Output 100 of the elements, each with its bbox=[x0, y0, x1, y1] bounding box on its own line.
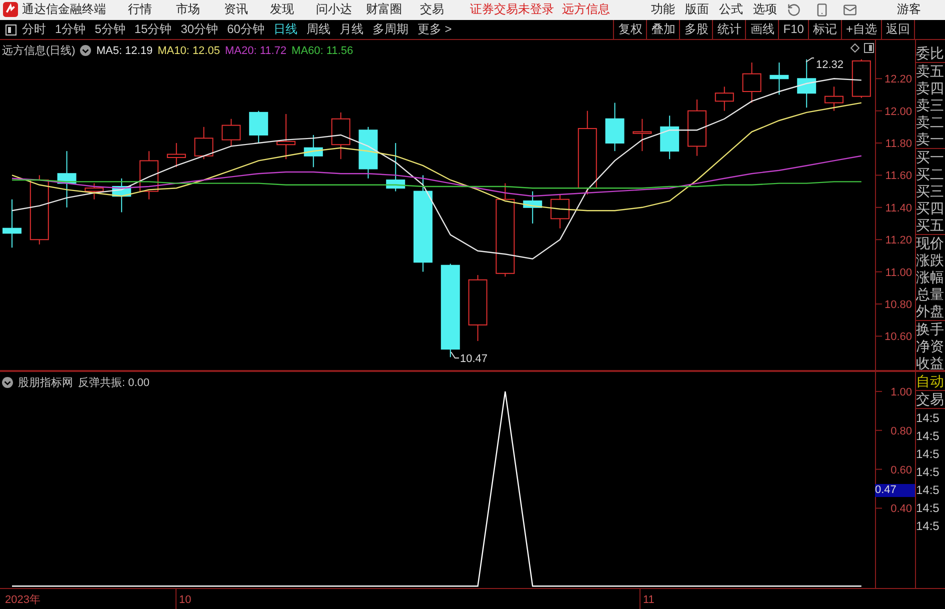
candlestick bbox=[331, 112, 350, 160]
period-tab[interactable]: 15分钟 bbox=[134, 21, 172, 38]
price-axis-label: 11.60 bbox=[885, 170, 912, 183]
candlestick bbox=[852, 59, 871, 99]
leader-line bbox=[450, 352, 460, 359]
candlestick bbox=[386, 142, 406, 192]
toolbar-button[interactable]: F10 bbox=[778, 20, 808, 39]
quote-field-label: 总量 bbox=[916, 286, 945, 304]
toolbar-button[interactable]: +自选 bbox=[840, 20, 881, 39]
quote-field-label: 净资 bbox=[916, 338, 945, 356]
candlestick bbox=[112, 178, 132, 214]
candlestick bbox=[714, 86, 734, 112]
date-axis-label: 10 bbox=[179, 594, 192, 606]
menu-item[interactable]: 问小达 bbox=[316, 1, 366, 18]
menu-item[interactable]: 选项 bbox=[753, 1, 787, 18]
menu-item[interactable]: 公式 bbox=[719, 1, 753, 18]
quote-field-label: 卖一 bbox=[916, 131, 945, 148]
notice-text: 远方信息 bbox=[562, 1, 610, 18]
indicator-axis-label: 0.40 bbox=[890, 504, 912, 516]
period-tab[interactable]: 周线 bbox=[306, 21, 330, 38]
candlestick bbox=[84, 183, 104, 200]
candlestick bbox=[550, 194, 570, 230]
toolbar-button[interactable]: 返回 bbox=[881, 20, 914, 39]
panel-toggle-icon[interactable] bbox=[864, 43, 874, 54]
trade-time: 14:5 bbox=[916, 446, 940, 464]
candlestick bbox=[660, 116, 680, 160]
notice-text: 证券交易未登录 bbox=[470, 1, 554, 18]
menu-item[interactable]: 版面 bbox=[685, 1, 719, 18]
quote-field-label: 卖四 bbox=[916, 80, 945, 98]
date-axis-label: 11 bbox=[643, 594, 654, 606]
toolbar-button[interactable]: 多股 bbox=[679, 20, 712, 39]
period-tab[interactable]: 分时 bbox=[22, 21, 46, 38]
menu-item[interactable]: 行情 bbox=[128, 1, 176, 18]
low-price-label: 10.47 bbox=[460, 353, 488, 366]
period-tab[interactable]: 更多 > bbox=[417, 21, 452, 38]
indicator-source: 股朋指标网 bbox=[18, 376, 73, 390]
menu-item[interactable]: 资讯 bbox=[224, 1, 270, 18]
phone-icon[interactable] bbox=[815, 2, 829, 17]
period-tab[interactable]: 30分钟 bbox=[180, 21, 218, 38]
date-axis-label: 2023年 bbox=[5, 594, 40, 606]
candlestick bbox=[276, 114, 296, 160]
trade-header: 交易 bbox=[916, 391, 945, 410]
period-tab[interactable]: 60分钟 bbox=[227, 21, 264, 38]
toolbar-button[interactable]: 复权 bbox=[613, 20, 646, 39]
quote-field-label: 换手 bbox=[916, 321, 945, 338]
toolbar-button[interactable]: 叠加 bbox=[646, 20, 680, 39]
moving-average-value: MA5: 12.19 bbox=[96, 44, 153, 57]
candlestick bbox=[57, 150, 76, 208]
quote-field-label: 涨跌 bbox=[916, 252, 945, 270]
panel-toggle-icon[interactable] bbox=[5, 24, 17, 36]
candlestick bbox=[468, 274, 488, 342]
trade-time: 14:5 bbox=[916, 464, 940, 482]
mail-icon[interactable] bbox=[843, 2, 857, 17]
candlestick bbox=[824, 86, 844, 112]
quote-field-label: 买一 bbox=[916, 149, 945, 166]
menu-item[interactable]: 发现 bbox=[270, 1, 316, 18]
indicator-reading: 反弹共振: 0.00 bbox=[78, 376, 150, 390]
quote-field-label: 卖五 bbox=[916, 63, 945, 80]
candlestick bbox=[797, 59, 816, 108]
indicator-axis-label: 0.60 bbox=[890, 464, 912, 477]
app-title: 通达信金融终端 bbox=[22, 1, 106, 18]
candlestick bbox=[770, 62, 789, 96]
trade-time: 14:5 bbox=[916, 518, 940, 536]
period-tab[interactable]: 1分钟 bbox=[55, 21, 86, 38]
quote-field-label: 涨幅 bbox=[916, 269, 945, 286]
high-price-label: 12.32 bbox=[816, 59, 844, 72]
quote-field-label: 委比 bbox=[916, 45, 945, 62]
toolbar-button[interactable]: 统计 bbox=[712, 20, 746, 39]
quote-field-label: 收益 bbox=[916, 355, 945, 370]
quote-field-label: 现价 bbox=[916, 235, 945, 252]
candlestick bbox=[632, 118, 652, 152]
trade-time: 14:5 bbox=[916, 428, 940, 446]
period-tab[interactable]: 月线 bbox=[339, 21, 364, 38]
trade-time: 14:5 bbox=[916, 500, 940, 518]
price-axis-label: 12.00 bbox=[884, 106, 912, 118]
period-tab[interactable]: 日线 bbox=[273, 21, 298, 38]
user-label[interactable]: 游客 bbox=[897, 1, 927, 18]
toolbar-button[interactable]: 标记 bbox=[808, 20, 841, 39]
candlestick bbox=[523, 191, 542, 224]
menu-item[interactable]: 交易 bbox=[420, 1, 470, 18]
menu-item[interactable]: 市场 bbox=[176, 1, 224, 18]
price-axis-label: 11.40 bbox=[885, 202, 912, 215]
quote-field-label: 买三 bbox=[916, 183, 945, 200]
diamond-icon[interactable] bbox=[850, 43, 860, 54]
candlestick bbox=[222, 118, 241, 148]
refresh-icon[interactable] bbox=[787, 2, 801, 17]
menu-item[interactable]: 财富圈 bbox=[366, 1, 420, 18]
quote-field-label: 卖二 bbox=[916, 114, 945, 132]
candlestick bbox=[605, 102, 624, 152]
candlestick bbox=[2, 199, 22, 248]
period-tab[interactable]: 多周期 bbox=[372, 21, 408, 38]
period-tab[interactable]: 5分钟 bbox=[94, 21, 126, 38]
chevron-down-icon[interactable] bbox=[2, 377, 13, 388]
candlestick bbox=[194, 126, 214, 160]
quote-field-label: 外盘 bbox=[916, 303, 945, 320]
toolbar-button[interactable]: 画线 bbox=[745, 20, 778, 39]
cursor-value-label: 0.47 bbox=[875, 484, 915, 498]
app-logo-icon bbox=[3, 2, 18, 18]
chevron-down-icon[interactable] bbox=[80, 45, 92, 56]
menu-item[interactable]: 功能 bbox=[651, 1, 685, 18]
